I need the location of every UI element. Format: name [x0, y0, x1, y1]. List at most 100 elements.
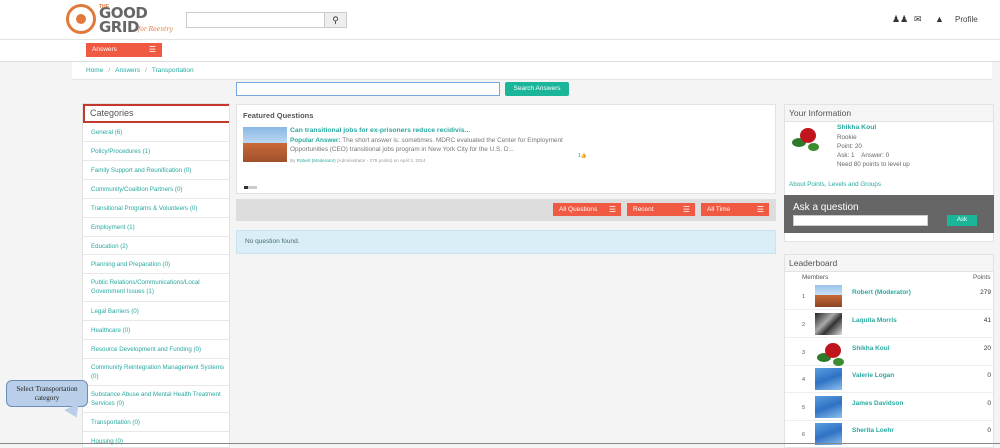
answers-search-input[interactable] — [236, 82, 500, 96]
member-name-link[interactable]: James Davidson — [852, 400, 903, 407]
member-avatar[interactable] — [815, 423, 842, 445]
popular-answer-label: Popular Answer: — [290, 137, 341, 144]
likes-count[interactable]: 1👍 — [578, 153, 587, 159]
breadcrumb-answers[interactable]: Answers — [115, 67, 140, 74]
member-avatar[interactable] — [815, 285, 842, 307]
avatar-leaf — [808, 143, 819, 151]
category-item[interactable]: Community Reintegration Management Syste… — [83, 359, 229, 386]
logo-word-line2: GRID — [99, 18, 139, 36]
category-item[interactable]: Education (2) — [83, 237, 229, 255]
leaderboard-rank: 4 — [802, 377, 806, 383]
bell-icon[interactable]: ▲ — [935, 14, 944, 24]
callout-line2: category — [34, 394, 60, 402]
leaderboard-rank: 3 — [802, 350, 806, 356]
breadcrumb-current[interactable]: Transportation — [152, 67, 194, 74]
member-name-link[interactable]: Robert (Moderator) — [852, 289, 911, 296]
categories-title: Categories — [83, 104, 229, 123]
header-search-button[interactable]: ⚲ — [324, 12, 347, 28]
member-name-link[interactable]: Laquita Morris — [852, 317, 897, 324]
member-points: 0 — [987, 427, 991, 434]
category-item[interactable]: Substance Abuse and Mental Health Treatm… — [83, 386, 229, 413]
leaderboard-title: Leaderboard — [785, 255, 993, 272]
member-points: 0 — [987, 400, 991, 407]
filter-label: Recent — [633, 206, 654, 213]
member-name-link[interactable]: Shikha Koul — [852, 345, 890, 352]
category-item[interactable]: General (6) — [83, 123, 229, 142]
member-points: 20 — [983, 345, 991, 352]
filter-all-time-button[interactable]: All Time ☰ — [701, 203, 769, 216]
member-name-link[interactable]: Valerie Logan — [852, 372, 894, 379]
leaderboard-row: 5 James Davidson 0 — [785, 394, 993, 421]
member-avatar[interactable] — [815, 368, 842, 390]
window-bottom-edge — [0, 443, 1000, 444]
question-filter-bar: All Questions ☰ Recent ☰ All Time ☰ — [236, 199, 776, 221]
categories-panel: Categories General (6) Policy/Procedures… — [82, 103, 230, 448]
answers-button[interactable]: Answers ☰ — [86, 43, 162, 57]
ask-question-input[interactable] — [793, 215, 928, 226]
user-points: Point: 20 — [837, 143, 862, 150]
leaderboard-row: 2 Laquita Morris 41 — [785, 311, 993, 338]
meta-author-link[interactable]: Robert (Moderator) — [297, 158, 336, 163]
breadcrumb: Home / Answers / Transportation — [72, 62, 992, 80]
category-item[interactable]: Legal Barriers (0) — [83, 302, 229, 321]
ask-button[interactable]: Ask — [947, 215, 977, 226]
member-avatar[interactable] — [815, 396, 842, 418]
user-level-up: Need 80 points to level up — [837, 161, 910, 168]
site-logo[interactable]: THE GOOD GRID for Reentry — [66, 2, 186, 36]
meta-by: By — [290, 158, 296, 163]
leaderboard-row: 3 Shikha Koul 20 — [785, 339, 993, 366]
points-levels-link[interactable]: About Points, Levels and Groups — [789, 181, 881, 188]
category-item[interactable]: Resource Development and Funding (0) — [83, 340, 229, 359]
carousel-dots[interactable] — [244, 186, 257, 189]
leaderboard-rank: 2 — [802, 322, 806, 328]
member-name-link[interactable]: Sherita Loehr — [852, 427, 894, 434]
featured-question-thumbnail[interactable] — [243, 127, 287, 162]
your-information-title: Your Information — [785, 105, 993, 122]
category-item-transportation[interactable]: Transportation (0) — [83, 413, 229, 432]
mail-icon[interactable]: ✉ — [914, 14, 922, 25]
filter-all-questions-button[interactable]: All Questions ☰ — [553, 203, 621, 216]
featured-question-link[interactable]: Can transitional jobs for ex-prisoners r… — [290, 127, 470, 134]
instruction-callout: Select Transportation category — [6, 380, 88, 407]
breadcrumb-home[interactable]: Home — [86, 67, 103, 74]
leaderboard-members-header: Members — [802, 274, 829, 281]
user-name-link[interactable]: Shikha Koul — [837, 124, 876, 131]
search-answers-button[interactable]: Search Answers — [505, 82, 569, 96]
leaderboard-rank: 6 — [802, 432, 806, 438]
meta-role: (Administrator - 279 points) — [337, 158, 393, 163]
member-points: 0 — [987, 372, 991, 379]
user-ask-answer: Ask: 1 Answer: 0 — [837, 152, 890, 159]
users-icon[interactable]: ♟♟ — [892, 14, 908, 25]
user-avatar[interactable] — [790, 124, 820, 154]
search-icon: ⚲ — [332, 15, 339, 25]
user-rank: Rookie — [837, 134, 857, 141]
category-item[interactable]: Transitional Programs & Volunteers (0) — [83, 199, 229, 218]
meta-date: on April 3, 2014 — [393, 158, 426, 163]
category-item[interactable]: Employment (1) — [83, 218, 229, 237]
category-item[interactable]: Public Relations/Communications/Local Go… — [83, 274, 229, 302]
filter-recent-button[interactable]: Recent ☰ — [627, 203, 695, 216]
thumbs-up-icon: 👍 — [580, 153, 588, 159]
member-avatar[interactable] — [815, 313, 842, 335]
hamburger-icon: ☰ — [756, 205, 764, 214]
category-item[interactable]: Policy/Procedures (1) — [83, 142, 229, 161]
leaderboard-rank: 5 — [802, 405, 806, 411]
leaderboard-rank: 1 — [802, 294, 806, 300]
leaderboard-row: 4 Valerie Logan 0 — [785, 366, 993, 393]
featured-question-meta: By Robert (Moderator) (Administrator - 2… — [290, 158, 426, 163]
featured-questions-panel: Featured Questions Can transitional jobs… — [236, 104, 776, 194]
ask-question-panel: Ask a question Ask — [784, 195, 994, 233]
no-question-alert: No question found. — [236, 230, 776, 254]
category-item[interactable]: Community/Coalition Partners (0) — [83, 180, 229, 199]
category-item[interactable]: Family Support and Reunification (0) — [83, 161, 229, 180]
category-item[interactable]: Housing (0) — [83, 432, 229, 447]
leaderboard-panel: Leaderboard Members Points 1 Robert (Mod… — [784, 254, 994, 448]
avatar-leaf — [833, 358, 844, 366]
profile-link[interactable]: Profile — [955, 15, 978, 24]
filter-label: All Time — [707, 206, 731, 213]
category-item[interactable]: Healthcare (0) — [83, 321, 229, 340]
member-points: 41 — [983, 317, 991, 324]
member-avatar[interactable] — [815, 339, 844, 366]
category-item[interactable]: Planning and Preparation (0) — [83, 255, 229, 274]
header-search-input[interactable] — [186, 12, 326, 28]
